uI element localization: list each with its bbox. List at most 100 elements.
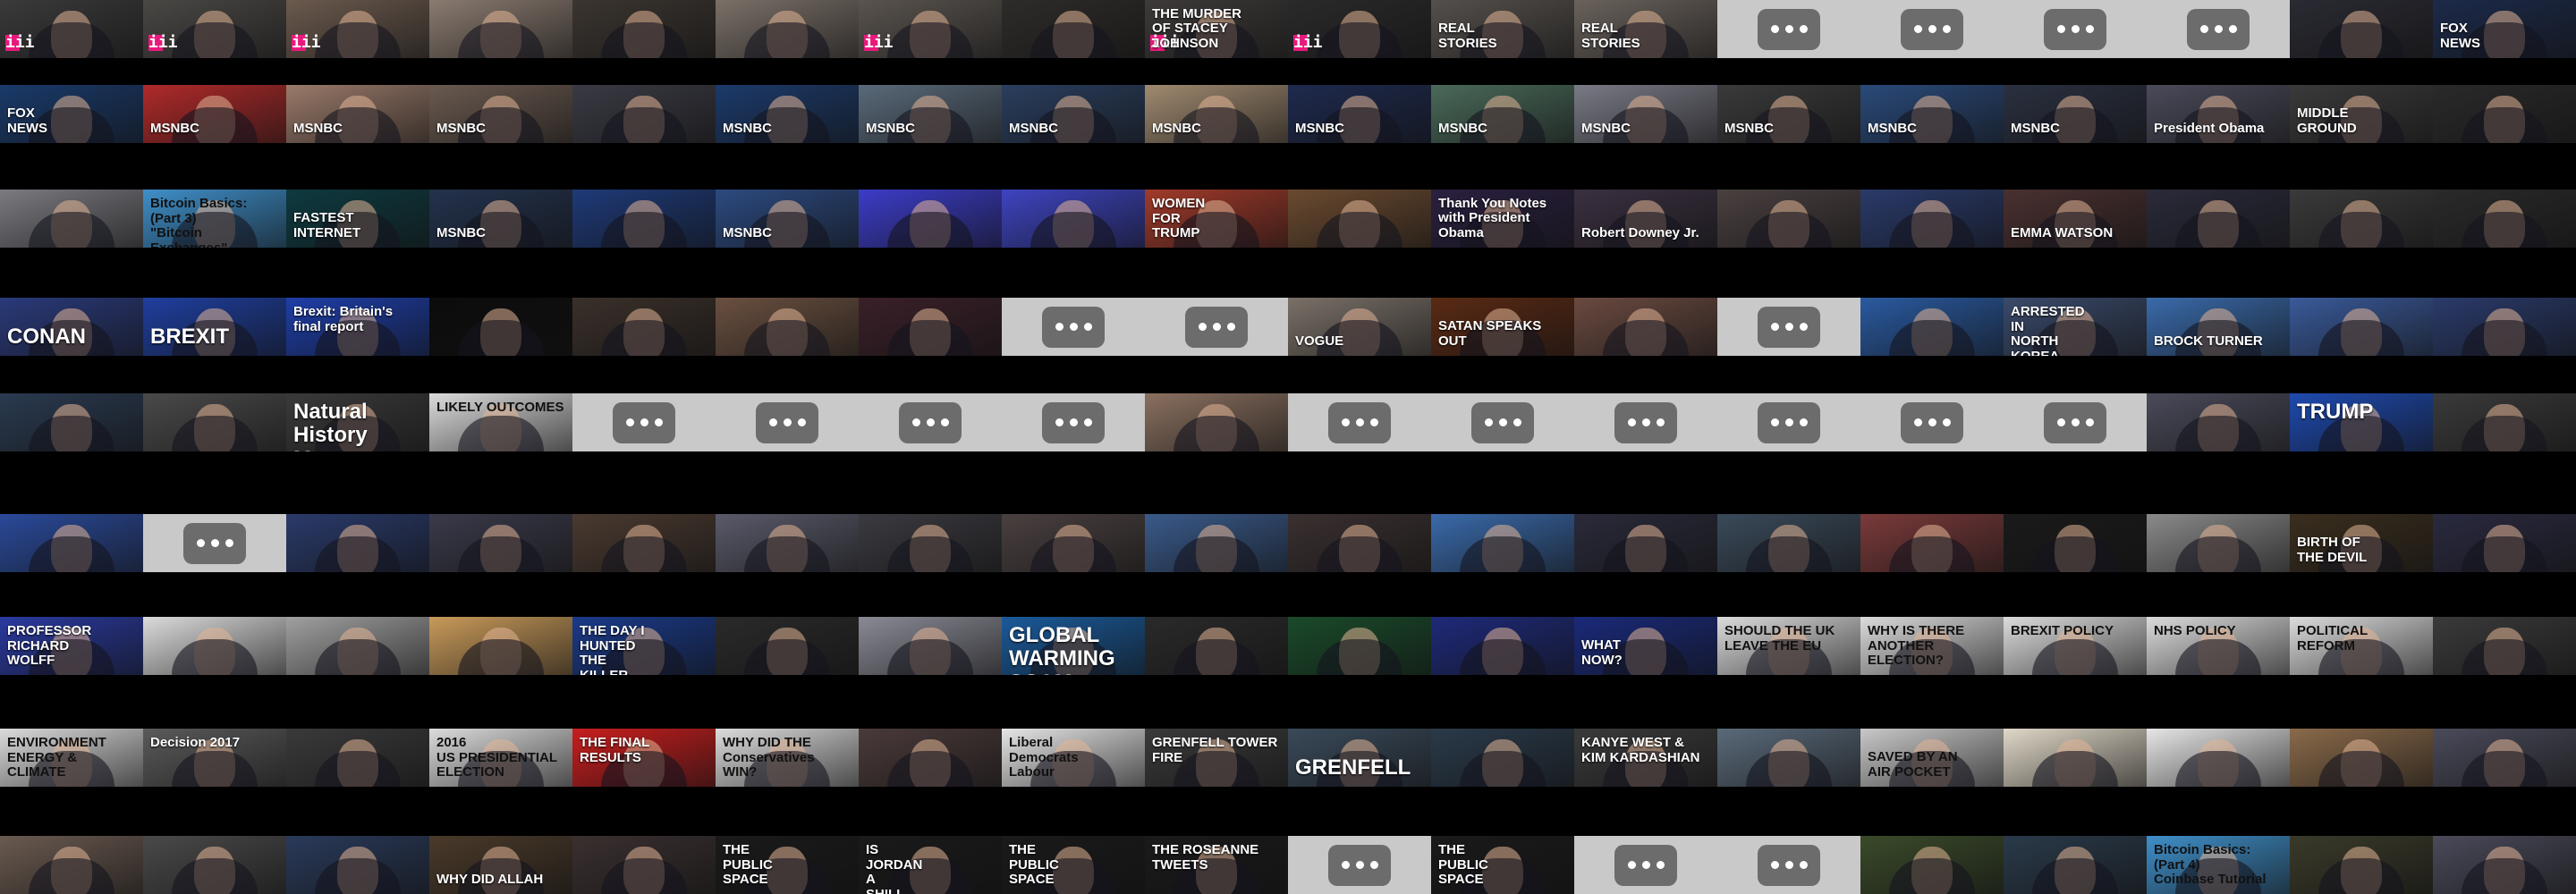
video-thumbnail[interactable] — [1860, 836, 2004, 894]
video-thumbnail[interactable] — [286, 729, 429, 787]
placeholder-thumbnail[interactable] — [572, 393, 716, 451]
ellipsis-icon[interactable] — [2044, 401, 2106, 443]
video-thumbnail[interactable] — [1288, 514, 1431, 572]
video-thumbnail[interactable]: THE FINAL RESULTS — [572, 729, 716, 787]
ellipsis-icon[interactable] — [1758, 844, 1820, 886]
placeholder-thumbnail[interactable] — [1431, 393, 1574, 451]
placeholder-thumbnail[interactable] — [1145, 298, 1288, 356]
video-thumbnail[interactable]: IS JORDAN A SHILL — [859, 836, 1002, 894]
video-thumbnail[interactable] — [859, 617, 1002, 675]
video-thumbnail[interactable] — [2433, 85, 2576, 143]
video-thumbnail[interactable]: MSNBC — [1860, 85, 2004, 143]
video-thumbnail[interactable]: FOX NEWS — [0, 85, 143, 143]
video-thumbnail[interactable]: BREXIT POLICY — [2004, 617, 2147, 675]
video-thumbnail[interactable] — [572, 190, 716, 248]
video-thumbnail[interactable]: iii — [286, 0, 429, 58]
video-thumbnail[interactable] — [1431, 729, 1574, 787]
ellipsis-icon[interactable] — [1614, 401, 1677, 443]
video-thumbnail[interactable]: THE PUBLIC SPACE — [716, 836, 859, 894]
video-thumbnail[interactable] — [429, 298, 572, 356]
placeholder-thumbnail[interactable] — [1288, 393, 1431, 451]
video-thumbnail[interactable]: Thank You Notes with President Obama — [1431, 190, 1574, 248]
video-thumbnail[interactable]: Natural History Museum — [286, 393, 429, 451]
video-thumbnail[interactable] — [2004, 836, 2147, 894]
video-thumbnail[interactable] — [286, 514, 429, 572]
video-thumbnail[interactable]: MSNBC — [429, 85, 572, 143]
video-thumbnail[interactable] — [716, 298, 859, 356]
video-thumbnail[interactable] — [143, 617, 286, 675]
ellipsis-icon[interactable] — [756, 401, 818, 443]
video-thumbnail[interactable] — [2290, 0, 2433, 58]
ellipsis-icon[interactable] — [1901, 8, 1963, 50]
video-thumbnail[interactable]: KANYE WEST & KIM KARDASHIAN — [1574, 729, 1717, 787]
video-thumbnail[interactable]: iii — [0, 0, 143, 58]
video-thumbnail[interactable]: CONAN — [0, 298, 143, 356]
video-thumbnail[interactable]: WHY DID ALLAH — [429, 836, 572, 894]
ellipsis-icon[interactable] — [2044, 8, 2106, 50]
placeholder-thumbnail[interactable] — [1002, 393, 1145, 451]
video-thumbnail[interactable]: GLOBAL WARMING SCAM — [1002, 617, 1145, 675]
video-thumbnail[interactable]: REAL STORIES — [1574, 0, 1717, 58]
video-thumbnail[interactable]: iii — [1288, 0, 1431, 58]
placeholder-thumbnail[interactable] — [1717, 393, 1860, 451]
video-thumbnail[interactable] — [0, 393, 143, 451]
placeholder-thumbnail[interactable] — [716, 393, 859, 451]
video-thumbnail[interactable]: WOMEN FOR TRUMP — [1145, 190, 1288, 248]
ellipsis-icon[interactable] — [2187, 8, 2250, 50]
video-thumbnail[interactable]: MSNBC — [1717, 85, 1860, 143]
video-thumbnail[interactable]: MSNBC — [286, 85, 429, 143]
video-thumbnail[interactable] — [2290, 836, 2433, 894]
video-thumbnail[interactable]: iii — [143, 0, 286, 58]
video-thumbnail[interactable] — [1717, 514, 1860, 572]
video-thumbnail[interactable] — [0, 836, 143, 894]
placeholder-thumbnail[interactable] — [143, 514, 286, 572]
video-thumbnail[interactable]: BREXIT — [143, 298, 286, 356]
video-thumbnail[interactable] — [572, 0, 716, 58]
video-thumbnail[interactable] — [1431, 617, 1574, 675]
video-thumbnail[interactable]: MSNBC — [716, 190, 859, 248]
video-thumbnail[interactable]: THE ROSEANNE TWEETS — [1145, 836, 1288, 894]
video-thumbnail[interactable] — [2147, 514, 2290, 572]
video-thumbnail[interactable] — [286, 617, 429, 675]
placeholder-thumbnail[interactable] — [1717, 0, 1860, 58]
video-thumbnail[interactable]: THE DAY I HUNTED THE KILLER — [572, 617, 716, 675]
video-thumbnail[interactable] — [0, 514, 143, 572]
video-thumbnail[interactable] — [859, 729, 1002, 787]
video-thumbnail[interactable] — [2433, 298, 2576, 356]
ellipsis-icon[interactable] — [1758, 306, 1820, 348]
video-thumbnail[interactable]: MSNBC — [1574, 85, 1717, 143]
ellipsis-icon[interactable] — [613, 401, 675, 443]
video-thumbnail[interactable] — [1717, 729, 1860, 787]
video-thumbnail[interactable]: MSNBC — [716, 85, 859, 143]
placeholder-thumbnail[interactable] — [1288, 836, 1431, 894]
video-thumbnail[interactable]: NHS POLICY — [2147, 617, 2290, 675]
video-thumbnail[interactable]: FOX NEWS — [2433, 0, 2576, 58]
video-thumbnail[interactable]: SATAN SPEAKS OUT — [1431, 298, 1574, 356]
video-thumbnail[interactable]: 2016 US PRESIDENTIAL ELECTION — [429, 729, 572, 787]
video-thumbnail[interactable] — [429, 617, 572, 675]
video-thumbnail[interactable] — [2147, 393, 2290, 451]
video-thumbnail[interactable] — [429, 514, 572, 572]
placeholder-thumbnail[interactable] — [1717, 836, 1860, 894]
video-thumbnail[interactable] — [572, 514, 716, 572]
video-thumbnail[interactable] — [1002, 190, 1145, 248]
video-thumbnail[interactable] — [2290, 190, 2433, 248]
video-thumbnail[interactable]: MSNBC — [1145, 85, 1288, 143]
video-thumbnail[interactable]: FASTEST INTERNET — [286, 190, 429, 248]
ellipsis-icon[interactable] — [1328, 401, 1391, 443]
video-thumbnail[interactable] — [2433, 729, 2576, 787]
video-thumbnail[interactable] — [716, 0, 859, 58]
video-thumbnail[interactable]: MSNBC — [859, 85, 1002, 143]
video-thumbnail[interactable]: Brexit: Britain's final report — [286, 298, 429, 356]
video-thumbnail[interactable] — [1431, 514, 1574, 572]
video-thumbnail[interactable] — [1288, 617, 1431, 675]
video-thumbnail[interactable] — [572, 298, 716, 356]
video-thumbnail[interactable]: GRENFELL — [1288, 729, 1431, 787]
video-thumbnail[interactable]: POLITICAL REFORM — [2290, 617, 2433, 675]
video-thumbnail[interactable] — [2004, 729, 2147, 787]
video-thumbnail[interactable]: EMMA WATSON — [2004, 190, 2147, 248]
video-thumbnail[interactable]: SHOULD THE UK LEAVE THE EU — [1717, 617, 1860, 675]
video-thumbnail[interactable]: VOGUE — [1288, 298, 1431, 356]
video-thumbnail[interactable] — [572, 85, 716, 143]
ellipsis-icon[interactable] — [1758, 401, 1820, 443]
